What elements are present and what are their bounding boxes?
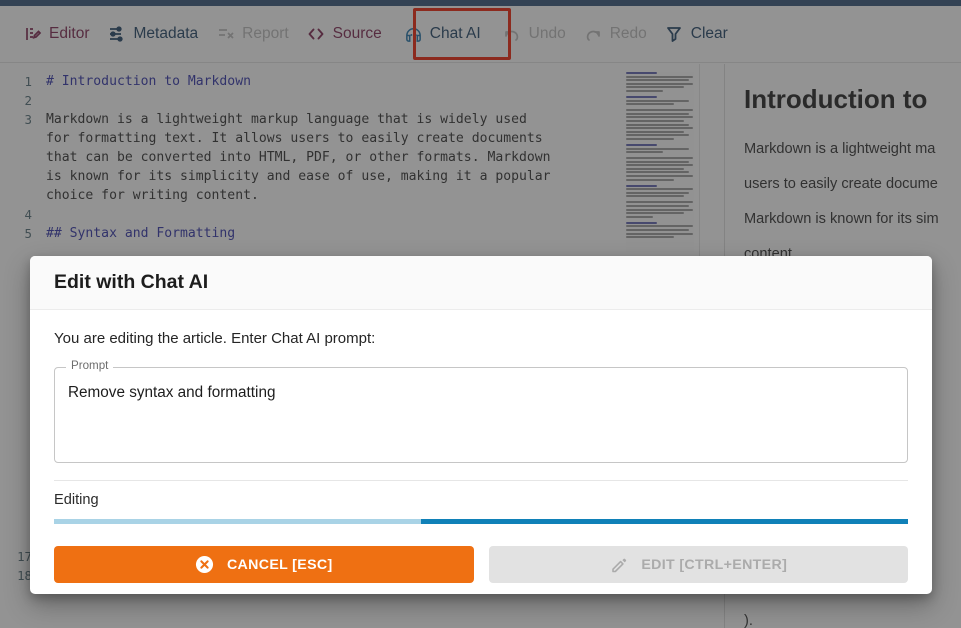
dialog-header: Edit with Chat AI: [30, 256, 932, 310]
dialog-instruction: You are editing the article. Enter Chat …: [54, 330, 376, 347]
dialog-title: Edit with Chat AI: [54, 271, 209, 293]
prompt-input-label: Prompt: [66, 360, 114, 372]
progress-bar-fill: [421, 519, 908, 524]
dialog-divider: [54, 480, 908, 481]
pencil-icon: [609, 555, 628, 574]
status-row: Editing: [54, 492, 908, 524]
prompt-input-value[interactable]: Remove syntax and formatting: [68, 383, 894, 403]
dialog-actions: CANCEL [ESC] EDIT [CTRL+ENTER]: [30, 524, 932, 594]
cancel-circle-icon: [195, 555, 214, 574]
edit-button-label: EDIT [CTRL+ENTER]: [641, 556, 788, 573]
cancel-button-label: CANCEL [ESC]: [226, 556, 333, 573]
dialog-body: You are editing the article. Enter Chat …: [30, 310, 932, 524]
progress-bar-track: [54, 519, 908, 524]
status-text: Editing: [54, 492, 99, 508]
app-root: Editor Metadata Report: [0, 0, 961, 628]
cancel-button[interactable]: CANCEL [ESC]: [54, 546, 474, 583]
edit-button[interactable]: EDIT [CTRL+ENTER]: [488, 546, 908, 583]
edit-with-chat-ai-dialog: Edit with Chat AI You are editing the ar…: [30, 256, 932, 594]
prompt-input[interactable]: Prompt Remove syntax and formatting: [54, 360, 908, 463]
